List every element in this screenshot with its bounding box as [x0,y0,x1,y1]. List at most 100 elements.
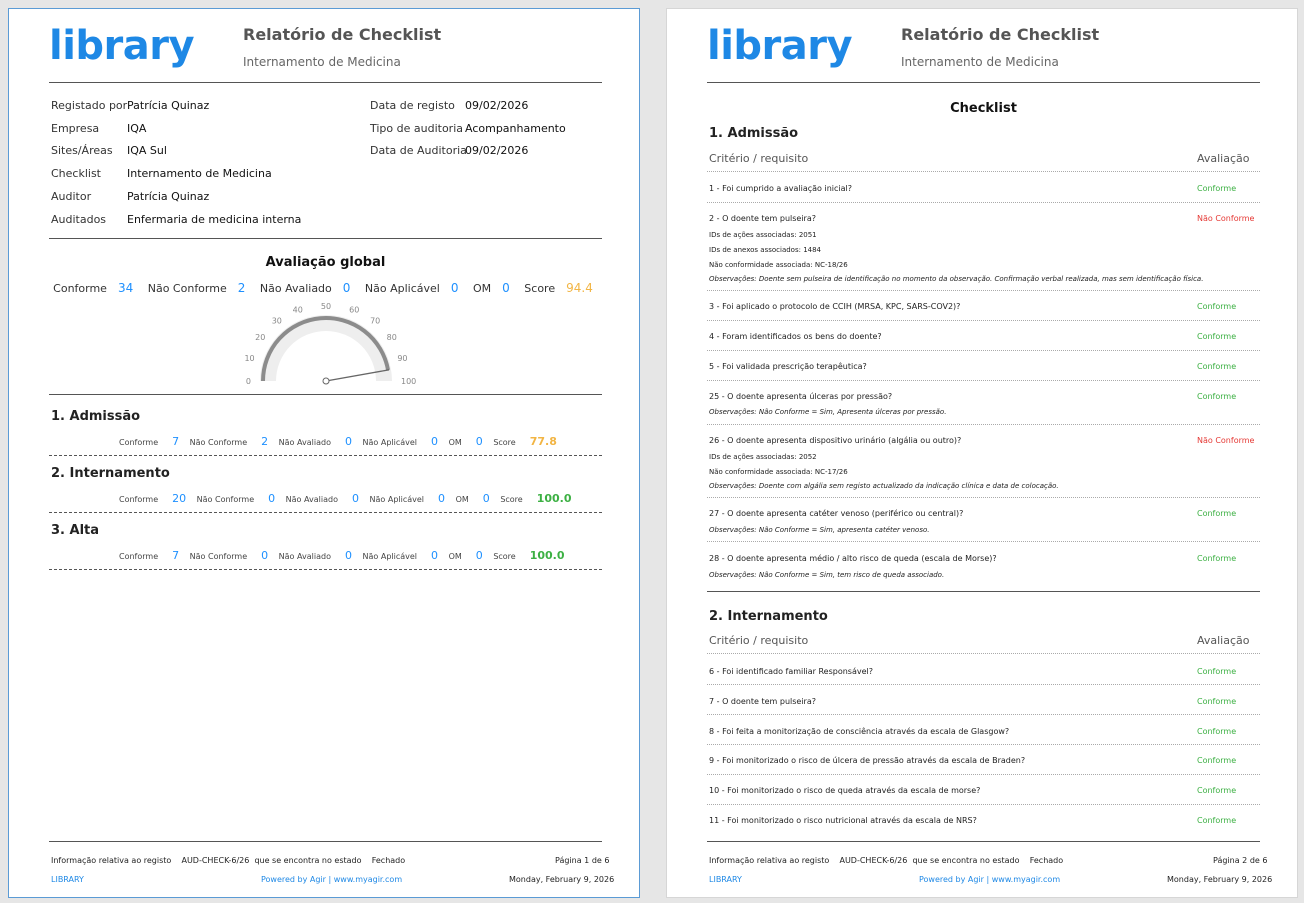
global-nao-aplicavel: 0 [450,281,459,295]
criterion-text: 7 - O doente tem pulseira? [709,697,816,706]
gauge-tick-label: 0 [246,377,251,386]
global-om: 0 [502,281,510,295]
criterion-text: 3 - Foi aplicado o protocolo de CCIH (MR… [709,302,961,311]
global-title: Avaliação global [265,255,386,270]
library-logo: library [707,23,853,69]
associated-attachments: IDs de anexos associados: 1484 [709,246,822,254]
page-number: Página 1 de 6 [555,856,610,865]
evaluation-result: Conforme [1197,362,1237,371]
footer-info: Informação relativa ao registo AUD-CHECK… [709,856,1064,865]
observation-text: Observações: Doente com algália sem regi… [709,482,1059,490]
header-divider [707,82,1260,83]
criterion-text: 9 - Foi monitorizado o risco de úlcera d… [709,756,1026,765]
associated-nc: Não conformidade associada: NC-17/26 [709,468,848,476]
row-divider [707,497,1260,498]
section-title-internamento: 2. Internamento [51,466,170,481]
row-divider [707,202,1260,203]
section-divider [49,569,602,570]
row-divider [707,171,1260,172]
global-nao-avaliado: 0 [342,281,351,295]
report-page-1: library Relatório de Checklist Intername… [8,8,640,898]
row-divider [707,424,1260,425]
row-divider [707,350,1260,351]
section-stats-internamento: Conforme 20 Não Conforme 0 Não Avaliado 0 N… [119,492,572,505]
row-divider [707,744,1260,745]
header-divider [49,82,602,83]
column-criterio: Critério / requisito [709,634,809,647]
row-divider [707,804,1260,805]
evaluation-result: Conforme [1197,302,1237,311]
footer-date: Monday, February 9, 2026 [1167,875,1273,884]
evaluation-result: Conforme [1197,509,1237,518]
criterion-text: 5 - Foi validada prescrição terapêutica? [709,362,867,371]
report-subtitle: Internamento de Medicina [901,55,1059,69]
criterion-text: 11 - Foi monitorizado o risco nutriciona… [709,816,977,825]
evaluation-result: Conforme [1197,332,1237,341]
section-stats-alta: Conforme 7 Não Conforme 0 Não Avaliado 0 Nã… [119,549,565,562]
evaluation-result: Conforme [1197,727,1237,736]
evaluation-result: Conforme [1197,392,1237,401]
criterion-text: 26 - O doente apresenta dispositivo urin… [709,436,962,445]
gauge-tick-label: 40 [293,306,303,315]
criterion-text: 4 - Foram identificados os bens do doent… [709,332,882,341]
meta-data-registo: Data de registo 09/02/2026 [370,99,529,112]
powered-by-link[interactable]: Powered by Agir | www.myagir.com [261,875,402,884]
evaluation-result: Conforme [1197,697,1237,706]
gauge-divider [49,394,602,395]
criterion-text: 25 - O doente apresenta úlceras por pres… [709,392,893,401]
meta-divider [49,238,602,239]
meta-sites: Sites/Áreas IQA Sul [51,144,167,157]
observation-text: Observações: Não Conforme = Sim, tem ris… [709,571,945,579]
evaluation-result: Conforme [1197,756,1237,765]
score-gauge: 0 10 20 30 40 50 60 70 80 90 100 [244,302,416,386]
criterion-text: 28 - O doente apresenta médio / alto ris… [709,554,997,563]
associated-actions: IDs de ações associadas: 2051 [709,231,817,239]
criterion-text: 6 - Foi identificado familiar Responsáve… [709,667,873,676]
observation-text: Observações: Doente sem pulseira de iden… [709,275,1204,283]
section-divider [707,591,1260,592]
gauge-tick-label: 90 [397,354,407,363]
evaluation-result: Não Conforme [1197,214,1255,223]
criterion-text: 1 - Foi cumprido a avaliação inicial? [709,184,852,193]
row-divider [707,774,1260,775]
gauge-tick-label: 50 [321,302,331,311]
footer-divider [707,841,1260,842]
gauge-tick-label: 10 [244,354,254,363]
gauge-tick-label: 20 [255,333,265,342]
evaluation-result: Conforme [1197,786,1237,795]
meta-empresa: Empresa IQA [51,122,147,135]
meta-registado-por: Registado porPatrícia Quinaz [51,99,210,112]
associated-nc: Não conformidade associada: NC-18/26 [709,261,848,269]
meta-auditor: Auditor Patrícia Quinaz [51,190,210,203]
library-logo: library [49,23,195,69]
row-divider [707,684,1260,685]
row-divider [707,653,1260,654]
row-divider [707,714,1260,715]
meta-data-auditoria: Data de Auditoria09/02/2026 [370,144,529,157]
criterion-text: 2 - O doente tem pulseira? [709,214,816,223]
footer-info: Informação relativa ao registo AUD-CHECK… [51,856,406,865]
report-title: Relatório de Checklist [243,25,442,44]
evaluation-result: Conforme [1197,184,1237,193]
section-title-admissao: 1. Admissão [709,126,799,141]
evaluation-result: Não Conforme [1197,436,1255,445]
row-divider [707,320,1260,321]
section-title-alta: 3. Alta [51,523,100,538]
section-divider [49,512,602,513]
column-avaliacao: Avaliação [1197,152,1250,165]
global-score: 94.4 [566,281,593,295]
report-subtitle: Internamento de Medicina [243,55,401,69]
row-divider [707,541,1260,542]
powered-by-link[interactable]: Powered by Agir | www.myagir.com [919,875,1060,884]
column-avaliacao: Avaliação [1197,634,1250,647]
observation-text: Observações: Não Conforme = Sim, Apresen… [709,408,947,416]
report-page-2: library Relatório de Checklist Intername… [666,8,1298,898]
gauge-tick-label: 60 [349,306,359,315]
column-criterio: Critério / requisito [709,152,809,165]
observation-text: Observações: Não Conforme = Sim, apresen… [709,526,930,534]
footer-date: Monday, February 9, 2026 [509,875,615,884]
gauge-tick-label: 30 [272,316,282,325]
evaluation-result: Conforme [1197,816,1237,825]
evaluation-result: Conforme [1197,554,1237,563]
associated-actions: IDs de ações associadas: 2052 [709,453,817,461]
